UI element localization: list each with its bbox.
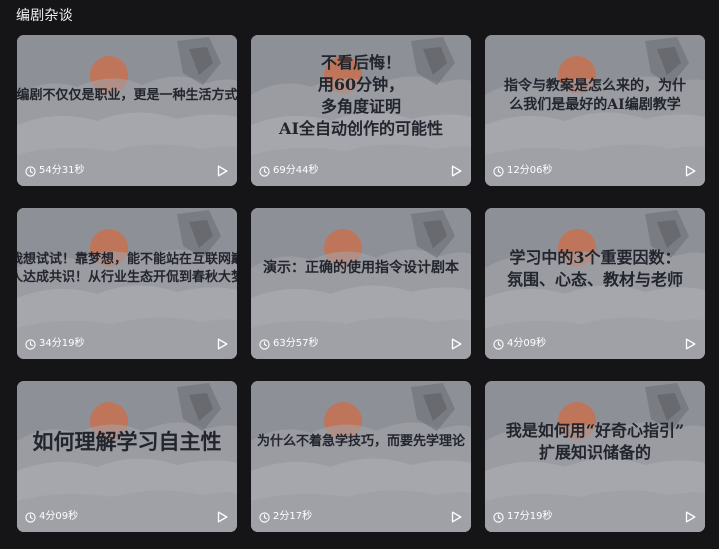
duration-badge: 34分19秒 xyxy=(25,338,84,350)
clock-icon xyxy=(493,165,504,177)
card-title: 如何理解学习自主性 xyxy=(32,428,222,454)
play-icon[interactable] xyxy=(685,338,696,350)
clock-icon xyxy=(493,338,504,350)
duration-badge: 4分09秒 xyxy=(493,338,546,350)
duration-badge: 63分57秒 xyxy=(259,338,318,350)
play-icon[interactable] xyxy=(451,511,462,523)
duration-text: 4分09秒 xyxy=(39,511,79,522)
card-title: 演示：正确的使用指令设计剧本 xyxy=(263,260,459,276)
video-card[interactable]: 为什么不着急学技巧，而要先学理论 2分17秒 xyxy=(251,381,471,532)
video-grid: 编剧不仅仅是职业，更是一种生活方式 54分31秒 不看后悔！ 用60分钟， 多角… xyxy=(17,35,705,532)
card-title: 编剧不仅仅是职业，更是一种生活方式 xyxy=(17,87,237,103)
clock-icon xyxy=(25,165,36,177)
duration-text: 69分44秒 xyxy=(273,165,319,176)
play-icon[interactable] xyxy=(451,165,462,177)
duration-badge: 2分17秒 xyxy=(259,511,312,523)
clock-icon xyxy=(25,511,36,523)
clock-icon xyxy=(259,338,270,350)
duration-text: 54分31秒 xyxy=(39,165,85,176)
duration-badge: 12分06秒 xyxy=(493,165,552,177)
clock-icon xyxy=(259,511,270,523)
card-footer: 4分09秒 xyxy=(17,502,237,532)
card-footer: 69分44秒 xyxy=(251,156,471,186)
duration-badge: 69分44秒 xyxy=(259,165,318,177)
video-card[interactable]: 编剧不仅仅是职业，更是一种生活方式 54分31秒 xyxy=(17,35,237,186)
card-title: 我是如何用“好奇心指引” 扩展知识储备的 xyxy=(505,420,685,462)
card-title: 我想试试！靠梦想，能不能站在互联网巅 人达成共识！从行业生态开侃到春秋大梦 xyxy=(17,251,237,285)
play-icon[interactable] xyxy=(217,165,228,177)
duration-text: 63分57秒 xyxy=(273,338,319,349)
video-card[interactable]: 我想试试！靠梦想，能不能站在互联网巅 人达成共识！从行业生态开侃到春秋大梦 34… xyxy=(17,208,237,359)
play-icon[interactable] xyxy=(685,511,696,523)
play-icon[interactable] xyxy=(217,511,228,523)
clock-icon xyxy=(259,165,270,177)
duration-badge: 54分31秒 xyxy=(25,165,84,177)
clock-icon xyxy=(493,511,504,523)
card-footer: 63分57秒 xyxy=(251,329,471,359)
duration-badge: 17分19秒 xyxy=(493,511,552,523)
card-footer: 4分09秒 xyxy=(485,329,705,359)
play-icon[interactable] xyxy=(685,165,696,177)
duration-text: 17分19秒 xyxy=(507,511,553,522)
clock-icon xyxy=(25,338,36,350)
duration-badge: 4分09秒 xyxy=(25,511,78,523)
video-card[interactable]: 学习中的3个重要因数： 氛围、心态、教材与老师 4分09秒 xyxy=(485,208,705,359)
card-title: 为什么不着急学技巧，而要先学理论 xyxy=(256,433,465,449)
card-title: 指令与教案是怎么来的，为什 么我们是最好的AI编剧教学 xyxy=(504,77,686,113)
card-footer: 34分19秒 xyxy=(17,329,237,359)
duration-text: 4分09秒 xyxy=(507,338,547,349)
video-card[interactable]: 我是如何用“好奇心指引” 扩展知识储备的 17分19秒 xyxy=(485,381,705,532)
video-card[interactable]: 指令与教案是怎么来的，为什 么我们是最好的AI编剧教学 12分06秒 xyxy=(485,35,705,186)
duration-text: 2分17秒 xyxy=(273,511,313,522)
video-card[interactable]: 如何理解学习自主性 4分09秒 xyxy=(17,381,237,532)
duration-text: 12分06秒 xyxy=(507,165,553,176)
duration-text: 34分19秒 xyxy=(39,338,85,349)
play-icon[interactable] xyxy=(217,338,228,350)
card-footer: 17分19秒 xyxy=(485,502,705,532)
card-footer: 12分06秒 xyxy=(485,156,705,186)
card-title: 不看后悔！ 用60分钟， 多角度证明 AI全自动创作的可能性 xyxy=(279,52,443,138)
play-icon[interactable] xyxy=(451,338,462,350)
video-card[interactable]: 不看后悔！ 用60分钟， 多角度证明 AI全自动创作的可能性 69分44秒 xyxy=(251,35,471,186)
section-title: 编剧杂谈 xyxy=(16,8,73,24)
card-footer: 2分17秒 xyxy=(251,502,471,532)
card-title: 学习中的3个重要因数： 氛围、心态、教材与老师 xyxy=(506,247,683,289)
card-footer: 54分31秒 xyxy=(17,156,237,186)
video-card[interactable]: 演示：正确的使用指令设计剧本 63分57秒 xyxy=(251,208,471,359)
